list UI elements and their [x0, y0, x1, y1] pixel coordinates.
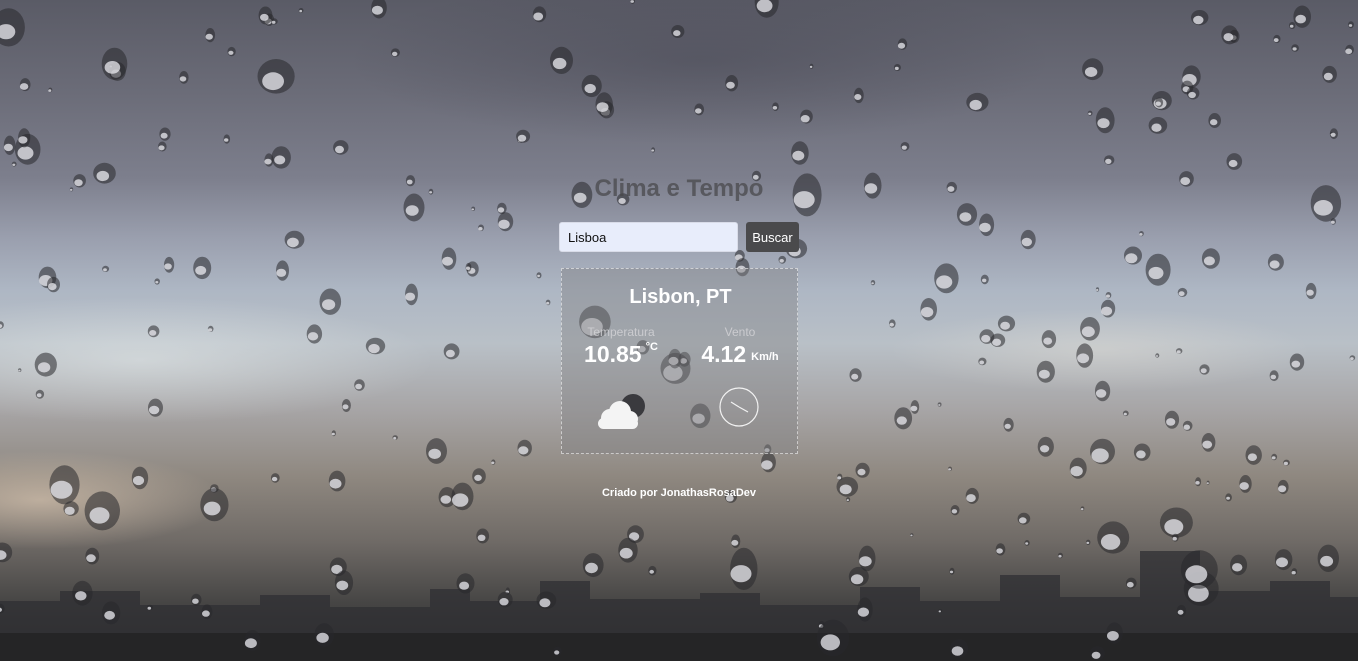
- search-button[interactable]: Buscar: [746, 222, 799, 252]
- city-name: Lisbon, PT: [629, 286, 732, 308]
- wind-block: Vento 4.12 Km/h: [685, 325, 795, 368]
- wind-direction-icon: [719, 387, 759, 427]
- wind-unit: Km/h: [751, 351, 779, 363]
- wind-reading: 4.12 Km/h: [685, 341, 795, 368]
- temperature-reading: 10.85 °C: [566, 341, 676, 368]
- temperature-unit: °C: [645, 341, 658, 353]
- temperature-block: Temperatura 10.85 °C: [566, 325, 676, 368]
- weather-app: Clima e Tempo Buscar Lisbon, PT Temperat…: [0, 0, 1358, 661]
- city-search-input[interactable]: [559, 222, 738, 252]
- wind-label: Vento: [724, 325, 756, 339]
- page-title: Clima e Tempo: [594, 175, 764, 202]
- temperature-value: 10.85: [584, 341, 642, 367]
- wind-value: 4.12: [701, 341, 747, 367]
- weather-card: Lisbon, PT Temperatura 10.85 °C Vento 4.1…: [561, 268, 798, 454]
- cloud-night-icon: [598, 394, 645, 429]
- search-bar: Buscar: [559, 222, 799, 252]
- footer-credit: Criado por JonathasRosaDev: [601, 487, 757, 499]
- temperature-label: Temperatura: [587, 325, 655, 339]
